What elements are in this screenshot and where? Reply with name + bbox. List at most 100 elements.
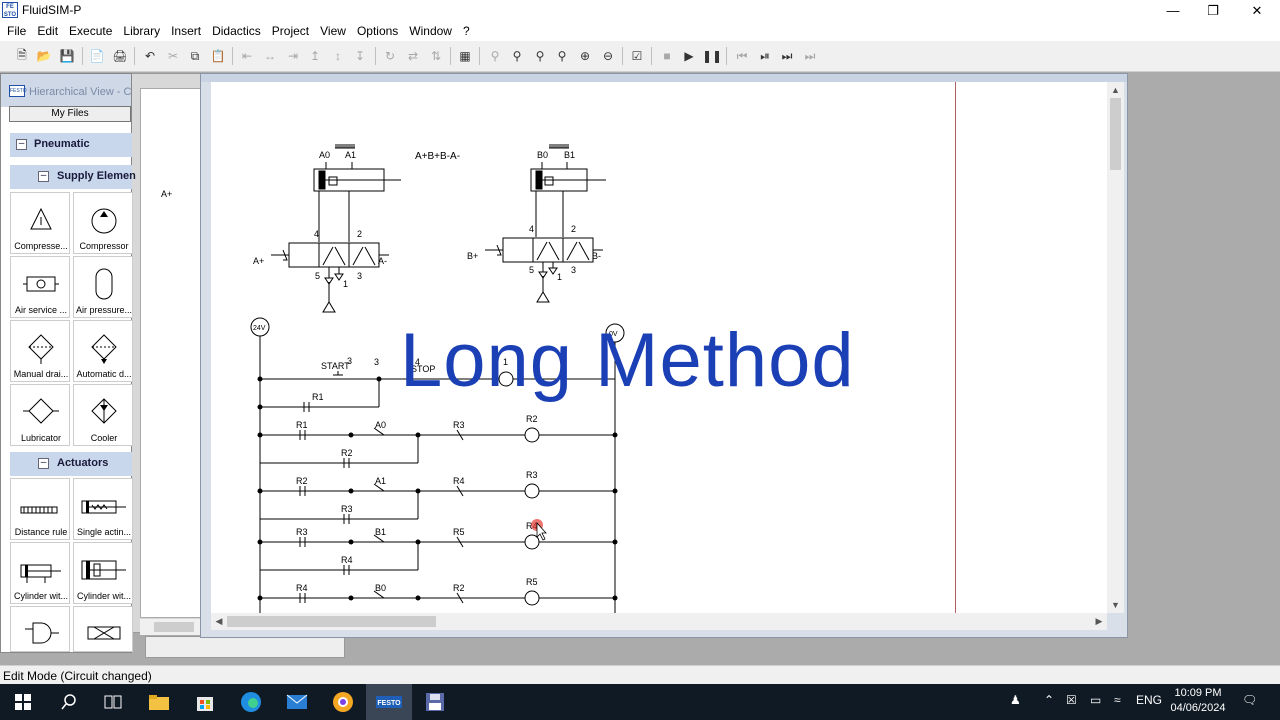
- horizontal-scrollbar[interactable]: ◀ ▶: [211, 613, 1107, 630]
- check-drawing-icon[interactable]: ☑: [627, 46, 647, 66]
- collapse-icon[interactable]: –: [16, 139, 27, 150]
- align-top-icon[interactable]: ↥: [305, 46, 325, 66]
- group-supply-elements[interactable]: – Supply Elemen: [10, 165, 136, 189]
- run-to-end-icon[interactable]: ⏭: [800, 46, 820, 66]
- start-button[interactable]: [0, 684, 46, 720]
- security-icon[interactable]: ☒: [1066, 693, 1077, 707]
- taskbar-edge[interactable]: [228, 684, 274, 720]
- clock[interactable]: 10:09 PM 04/06/2024: [1166, 686, 1230, 716]
- restore-button[interactable]: ❐: [1190, 0, 1236, 21]
- start-icon[interactable]: ▶: [679, 46, 699, 66]
- library-tile[interactable]: Cylinder wit...: [73, 542, 133, 604]
- library-tile[interactable]: Lubricator: [10, 384, 70, 446]
- library-tile[interactable]: Air pressure...: [73, 256, 133, 318]
- close-button[interactable]: ✕: [1234, 0, 1280, 21]
- scroll-right-icon[interactable]: ▶: [1091, 613, 1107, 630]
- zoom-in-icon[interactable]: ⊕: [575, 46, 595, 66]
- library-tile[interactable]: Compresse...: [10, 192, 70, 254]
- library-tile[interactable]: Cylinder wit...: [10, 542, 70, 604]
- taskbar-fluidsim[interactable]: FESTO: [366, 684, 412, 720]
- stop-icon[interactable]: ■: [657, 46, 677, 66]
- taskbar-store[interactable]: [182, 684, 228, 720]
- background-scrollbar-thumb[interactable]: [154, 622, 194, 632]
- library-tile[interactable]: Distance rule: [10, 478, 70, 540]
- taskbar-file-explorer[interactable]: [136, 684, 182, 720]
- menu-library[interactable]: Library: [119, 21, 164, 41]
- open-icon[interactable]: 📂: [34, 46, 54, 66]
- battery-icon[interactable]: ▭: [1090, 693, 1101, 707]
- collapse-icon[interactable]: –: [38, 171, 49, 182]
- menu-options[interactable]: Options: [353, 21, 402, 41]
- menu-project[interactable]: Project: [268, 21, 313, 41]
- menu-file[interactable]: File: [3, 21, 30, 41]
- vertical-scrollbar[interactable]: ▲ ▼: [1107, 82, 1124, 613]
- library-tile[interactable]: Manual drai...: [10, 320, 70, 382]
- vertical-scrollbar-thumb[interactable]: [1110, 98, 1121, 170]
- menu-didactics[interactable]: Didactics: [208, 21, 265, 41]
- notification-icon[interactable]: 🗨: [1242, 693, 1257, 707]
- task-view-button[interactable]: [90, 684, 136, 720]
- paste-icon[interactable]: 📋: [208, 46, 228, 66]
- menu-execute[interactable]: Execute: [65, 21, 116, 41]
- library-tile[interactable]: Compressor: [73, 192, 133, 254]
- step-icon[interactable]: ⏯: [755, 46, 775, 66]
- show-hidden-icons[interactable]: ⌃: [1044, 693, 1054, 707]
- library-tile[interactable]: [10, 606, 70, 652]
- zoom-page-icon[interactable]: ⚲: [552, 46, 572, 66]
- menu-window[interactable]: Window: [405, 21, 456, 41]
- menu-insert[interactable]: Insert: [167, 21, 205, 41]
- save-icon[interactable]: 💾: [57, 46, 77, 66]
- step-forward-icon[interactable]: ⏭: [777, 46, 797, 66]
- zoom-fit-icon[interactable]: ⚲: [530, 46, 550, 66]
- align-left-icon[interactable]: ⇤: [237, 46, 257, 66]
- library-tile[interactable]: Single actin...: [73, 478, 133, 540]
- library-tile[interactable]: [73, 606, 133, 652]
- print-icon[interactable]: 🖨: [110, 46, 130, 66]
- background-window-bottom[interactable]: [145, 636, 345, 658]
- flip-horizontal-icon[interactable]: ⇄: [403, 46, 423, 66]
- rung-3[interactable]: [257, 483, 618, 524]
- background-horizontal-scrollbar[interactable]: [140, 619, 200, 635]
- people-icon[interactable]: ♟: [1010, 693, 1021, 707]
- rung-5[interactable]: [257, 590, 618, 606]
- search-button[interactable]: [46, 684, 92, 720]
- align-right-icon[interactable]: ⇥: [283, 46, 303, 66]
- scroll-up-icon[interactable]: ▲: [1107, 82, 1124, 98]
- zoom-out-icon[interactable]: ⊖: [598, 46, 618, 66]
- valve-a[interactable]: [271, 242, 389, 313]
- menu-help[interactable]: ?: [459, 21, 474, 41]
- pause-icon[interactable]: ❚❚: [702, 46, 722, 66]
- language-indicator[interactable]: ENG: [1136, 693, 1162, 707]
- align-center-icon[interactable]: ↔: [260, 46, 280, 66]
- rotate-icon[interactable]: ↻: [380, 46, 400, 66]
- collapse-icon[interactable]: –: [38, 458, 49, 469]
- background-circuit-window[interactable]: A+: [131, 73, 211, 633]
- print-preview-icon[interactable]: 📄: [87, 46, 107, 66]
- library-tile[interactable]: Automatic d...: [73, 320, 133, 382]
- wifi-icon[interactable]: ≈: [1114, 693, 1121, 707]
- scroll-left-icon[interactable]: ◀: [211, 613, 227, 630]
- group-pneumatic[interactable]: – Pneumatic: [10, 133, 132, 157]
- grid-icon[interactable]: ▦: [455, 46, 475, 66]
- reset-icon[interactable]: ⏮: [732, 46, 752, 66]
- flip-vertical-icon[interactable]: ⇅: [426, 46, 446, 66]
- group-actuators[interactable]: – Actuators: [10, 452, 132, 476]
- my-files-button[interactable]: My Files: [9, 106, 131, 122]
- zoom-actual-icon[interactable]: ⚲: [485, 46, 505, 66]
- library-tile[interactable]: Air service ...: [10, 256, 70, 318]
- copy-icon[interactable]: ⧉: [185, 46, 205, 66]
- scroll-down-icon[interactable]: ▼: [1107, 597, 1124, 613]
- menu-view[interactable]: View: [316, 21, 350, 41]
- taskbar-save-app[interactable]: [412, 684, 458, 720]
- undo-icon[interactable]: ↶: [140, 46, 160, 66]
- taskbar-app[interactable]: [320, 684, 366, 720]
- valve-b[interactable]: [485, 237, 603, 303]
- align-bottom-icon[interactable]: ↧: [350, 46, 370, 66]
- library-tile[interactable]: Cooler: [73, 384, 133, 446]
- cut-icon[interactable]: ✂: [163, 46, 183, 66]
- menu-edit[interactable]: Edit: [33, 21, 62, 41]
- rung-2[interactable]: [257, 427, 618, 468]
- align-middle-icon[interactable]: ↕: [328, 46, 348, 66]
- taskbar-mail[interactable]: [274, 684, 320, 720]
- horizontal-scrollbar-thumb[interactable]: [227, 616, 436, 627]
